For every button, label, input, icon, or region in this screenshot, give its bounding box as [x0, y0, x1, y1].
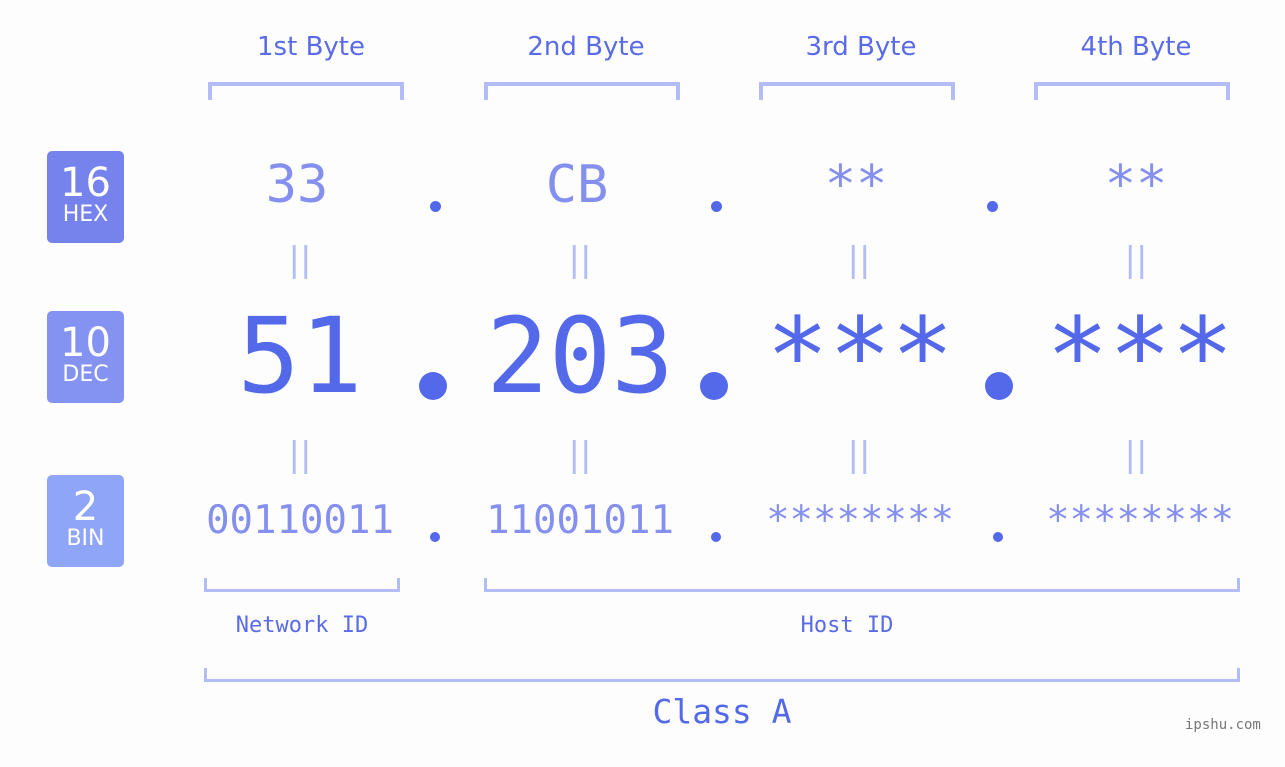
dec-separator-dot	[985, 372, 1013, 400]
bin-separator-dot	[993, 532, 1003, 542]
hex-byte-4: **	[1104, 155, 1168, 215]
network-id-label: Network ID	[235, 613, 369, 638]
class-bracket	[204, 668, 1240, 682]
hex-byte-2: CB	[545, 155, 609, 215]
byte-label-1: 1st Byte	[257, 32, 365, 62]
hex-separator-dot	[987, 201, 998, 212]
equals-sign: ||	[847, 435, 871, 475]
dec-base-number: 10	[60, 320, 111, 366]
bin-base-name: BIN	[66, 526, 105, 551]
byte-bracket-2	[484, 82, 680, 100]
equals-sign: ||	[288, 240, 312, 280]
equals-sign: ||	[568, 240, 592, 280]
bin-byte-3: ********	[766, 498, 954, 543]
bin-separator-dot	[430, 532, 440, 542]
network-id-bracket	[204, 578, 400, 592]
bin-byte-1: 00110011	[206, 498, 394, 543]
equals-sign: ||	[568, 435, 592, 475]
class-label: Class A	[652, 692, 792, 731]
hex-badge: 16 HEX	[47, 151, 124, 243]
byte-label-3: 3rd Byte	[805, 32, 917, 62]
bin-byte-4: ********	[1046, 498, 1234, 543]
byte-bracket-4	[1034, 82, 1230, 100]
dec-separator-dot	[419, 372, 447, 400]
byte-bracket-1	[208, 82, 404, 100]
hex-base-name: HEX	[62, 202, 109, 227]
dec-byte-2: 203	[486, 295, 674, 417]
dec-byte-1: 51	[237, 295, 363, 417]
bin-badge: 2 BIN	[47, 475, 124, 567]
bin-byte-2: 11001011	[486, 498, 674, 543]
byte-label-2: 2nd Byte	[527, 32, 645, 62]
hex-byte-3: **	[824, 155, 888, 215]
dec-badge: 10 DEC	[47, 311, 124, 403]
site-credit: ipshu.com	[1185, 717, 1261, 733]
dec-byte-4: ***	[1046, 295, 1234, 417]
equals-sign: ||	[1124, 435, 1148, 475]
equals-sign: ||	[288, 435, 312, 475]
host-id-bracket	[484, 578, 1240, 592]
hex-base-number: 16	[60, 160, 111, 206]
bin-separator-dot	[711, 532, 721, 542]
equals-sign: ||	[1124, 240, 1148, 280]
byte-bracket-3	[759, 82, 955, 100]
dec-byte-3: ***	[766, 295, 954, 417]
equals-sign: ||	[847, 240, 871, 280]
hex-separator-dot	[430, 201, 441, 212]
host-id-label: Host ID	[800, 613, 894, 638]
hex-byte-1: 33	[265, 155, 329, 215]
dec-base-name: DEC	[62, 362, 109, 387]
byte-label-4: 4th Byte	[1080, 32, 1192, 62]
dec-separator-dot	[700, 372, 728, 400]
bin-base-number: 2	[72, 484, 99, 530]
hex-separator-dot	[711, 201, 722, 212]
